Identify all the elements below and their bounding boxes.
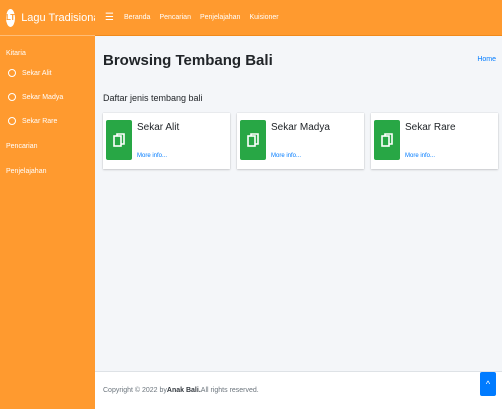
card-title: Sekar Alit xyxy=(137,122,180,133)
sidebar-item-label: Sekar Madya xyxy=(22,93,64,101)
sidebar-item-sekar-alit[interactable]: Sekar Alit xyxy=(0,61,95,85)
copy-document-icon xyxy=(240,120,266,160)
nav-link-beranda[interactable]: Beranda xyxy=(124,14,150,21)
card-list: Sekar Alit More info... Sekar Madya More… xyxy=(103,113,502,169)
back-to-top-button[interactable]: ^ xyxy=(480,372,496,396)
card-sekar-alit: Sekar Alit More info... xyxy=(103,113,230,169)
footer-rights: All rights reserved. xyxy=(200,387,259,394)
card-title: Sekar Rare xyxy=(405,122,456,133)
more-info-link[interactable]: More info... xyxy=(137,153,167,159)
circle-icon xyxy=(8,93,16,101)
sidebar-item-label: Sekar Rare xyxy=(22,117,58,125)
nav-link-pencarian[interactable]: Pencarian xyxy=(159,14,191,21)
nav-link-kuisioner[interactable]: Kuisioner xyxy=(249,14,278,21)
sidebar-item-label: Sekar Alit xyxy=(22,69,52,77)
chevron-up-icon: ^ xyxy=(485,379,491,389)
breadcrumb-home[interactable]: Home xyxy=(477,56,496,63)
sidebar-item-penjelajahan[interactable]: Penjelajahan xyxy=(0,158,95,183)
more-info-link[interactable]: More info... xyxy=(271,153,301,159)
sidebar-item-pencarian[interactable]: Pencarian xyxy=(0,133,95,158)
top-navbar: ☰ Beranda Pencarian Penjelajahan Kuision… xyxy=(95,0,502,36)
copy-document-icon xyxy=(106,120,132,160)
hamburger-icon[interactable]: ☰ xyxy=(105,12,114,23)
footer: Copyright © 2022 by Anak Bali. All right… xyxy=(95,371,502,409)
main-content: Browsing Tembang Bali Home Daftar jenis … xyxy=(95,36,502,371)
sidebar-menu: Kitaria Sekar Alit Sekar Madya Sekar Rar… xyxy=(0,36,95,183)
section-label: Daftar jenis tembang bali xyxy=(103,93,203,103)
card-sekar-madya: Sekar Madya More info... xyxy=(237,113,364,169)
more-info-link[interactable]: More info... xyxy=(405,153,435,159)
page-title: Browsing Tembang Bali xyxy=(103,52,273,69)
brand-logo: LT xyxy=(6,8,16,27)
brand-title: Lagu Tradisional xyxy=(21,11,102,24)
brand[interactable]: LT Lagu Tradisional xyxy=(0,0,102,36)
footer-copyright-prefix: Copyright © 2022 by xyxy=(103,387,167,394)
nav-link-penjelajahan[interactable]: Penjelajahan xyxy=(200,14,240,21)
footer-author: Anak Bali. xyxy=(166,387,201,394)
card-title: Sekar Madya xyxy=(271,122,330,133)
card-sekar-rare: Sekar Rare More info... xyxy=(371,113,498,169)
sidebar-item-sekar-rare[interactable]: Sekar Rare xyxy=(0,109,95,133)
circle-icon xyxy=(8,117,16,125)
copy-document-icon xyxy=(374,120,400,160)
sidebar-menu-header[interactable]: Kitaria xyxy=(0,46,95,61)
circle-icon xyxy=(8,69,16,77)
sidebar: LT Lagu Tradisional Kitaria Sekar Alit S… xyxy=(0,0,102,409)
sidebar-item-sekar-madya[interactable]: Sekar Madya xyxy=(0,85,95,109)
